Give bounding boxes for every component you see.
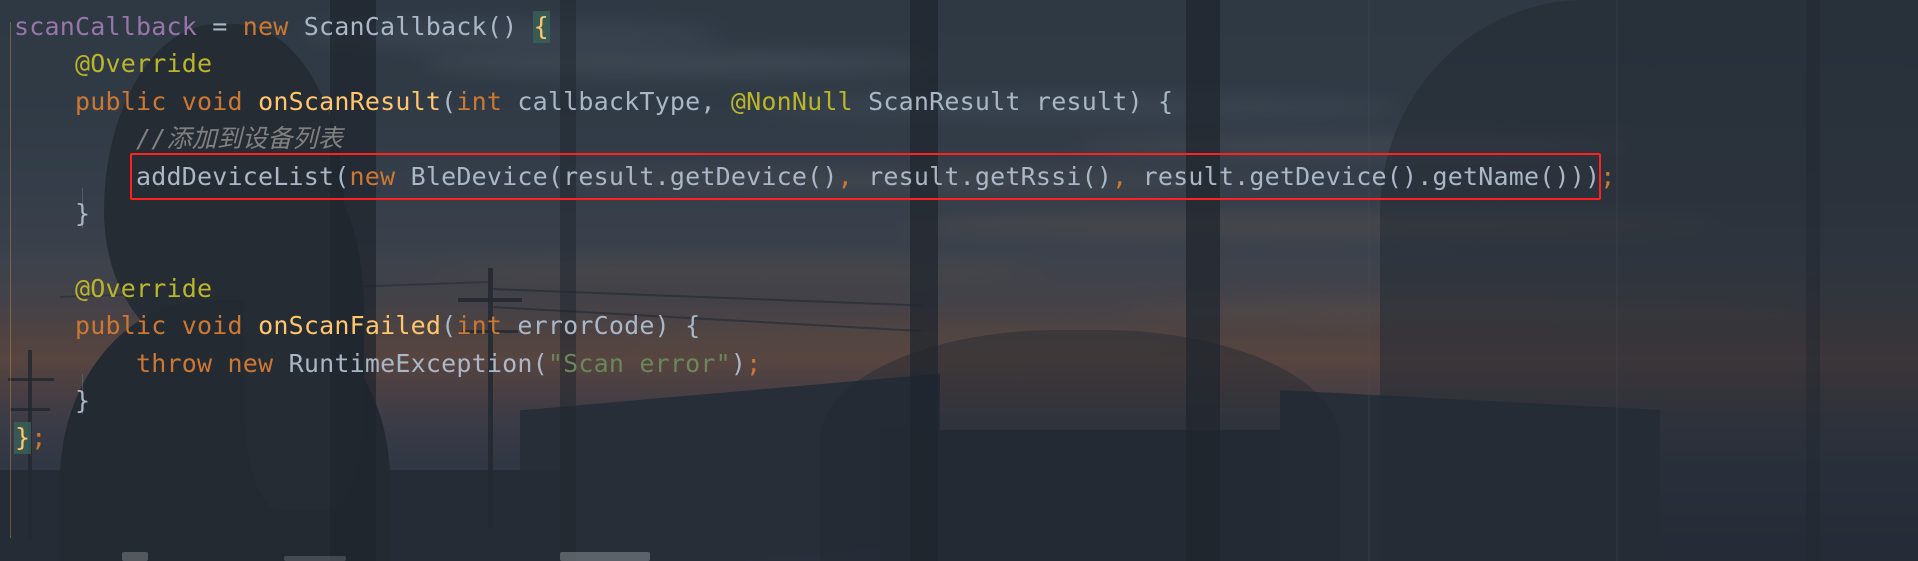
bottom-ui-chip xyxy=(122,552,148,561)
code-token-plain: ScanResult result) { xyxy=(852,86,1174,116)
code-line[interactable]: @Override xyxy=(0,270,1918,307)
code-token-semi: ; xyxy=(746,348,762,378)
code-line[interactable]: } xyxy=(0,195,1918,232)
code-token-method: onScanResult xyxy=(258,86,442,116)
code-token-keyword: void xyxy=(181,311,243,341)
code-token-semi: , xyxy=(837,161,853,191)
code-line[interactable]: addDeviceList(new BleDevice(result.getDe… xyxy=(0,158,1918,195)
code-token-keyword: public xyxy=(75,86,167,116)
code-token-plain: callbackType, xyxy=(502,86,731,116)
code-token-plain: BleDevice(result.getDevice() xyxy=(395,161,838,191)
code-token-keyword: void xyxy=(181,86,243,116)
code-token-anno: @Override xyxy=(75,273,213,303)
code-token-plain: = xyxy=(197,12,243,41)
code-line[interactable]: }; xyxy=(0,419,1918,456)
code-token-semi: ; xyxy=(31,423,47,453)
code-token-class: ScanCallback() xyxy=(288,12,533,41)
code-token-keyword: int xyxy=(456,311,503,341)
code-line[interactable] xyxy=(0,232,1918,269)
code-line[interactable]: scanCallback = new ScanCallback() { xyxy=(0,8,1918,45)
code-token-keyword: public xyxy=(75,311,167,341)
code-token-plain: result.getDevice().getName())) xyxy=(1127,161,1601,191)
code-token-keyword: int xyxy=(456,86,503,116)
code-text-layer[interactable]: scanCallback = new ScanCallback() { @Ove… xyxy=(0,0,1918,561)
code-line[interactable]: public void onScanFailed(int errorCode) … xyxy=(0,307,1918,344)
bottom-ui-chip xyxy=(560,552,650,561)
code-token-plain: RuntimeException( xyxy=(273,348,548,378)
code-token-plain: ) xyxy=(730,348,747,378)
code-line[interactable]: @Override xyxy=(0,45,1918,82)
code-token-plain: addDeviceList( xyxy=(136,161,350,191)
code-token-comment: //添加到设备列表 xyxy=(136,124,343,154)
code-token-method: onScanFailed xyxy=(258,311,442,341)
code-token-brace-hl: { xyxy=(532,11,550,43)
code-token-keyword: new xyxy=(242,12,289,41)
code-token-plain: } xyxy=(75,199,91,228)
code-token-string: "Scan error" xyxy=(547,348,731,378)
code-token-semi: ; xyxy=(1600,161,1616,191)
code-token-plain: errorCode) { xyxy=(502,311,701,341)
code-token-plain: result.getRssi() xyxy=(852,161,1113,191)
code-token-keyword: new xyxy=(227,348,274,378)
code-token-plain: } xyxy=(75,386,91,415)
bottom-ui-chip xyxy=(284,556,346,561)
code-token-anno: @Override xyxy=(75,49,213,79)
code-token-plain: ( xyxy=(441,86,457,116)
code-token-keyword: throw xyxy=(136,348,213,378)
code-line[interactable]: //添加到设备列表 xyxy=(0,120,1918,157)
code-token-anno: @NonNull xyxy=(730,86,853,116)
code-token-semi: , xyxy=(1112,161,1128,191)
code-token-field: scanCallback xyxy=(14,12,198,41)
code-token-plain: ( xyxy=(441,311,457,341)
code-token-keyword: new xyxy=(349,161,396,191)
code-editor-screenshot: scanCallback = new ScanCallback() { @Ove… xyxy=(0,0,1918,561)
code-line[interactable]: throw new RuntimeException("Scan error")… xyxy=(0,345,1918,382)
code-line[interactable]: public void onScanResult(int callbackTyp… xyxy=(0,83,1918,120)
code-line[interactable]: } xyxy=(0,382,1918,419)
code-token-brace-hl: } xyxy=(14,422,32,455)
